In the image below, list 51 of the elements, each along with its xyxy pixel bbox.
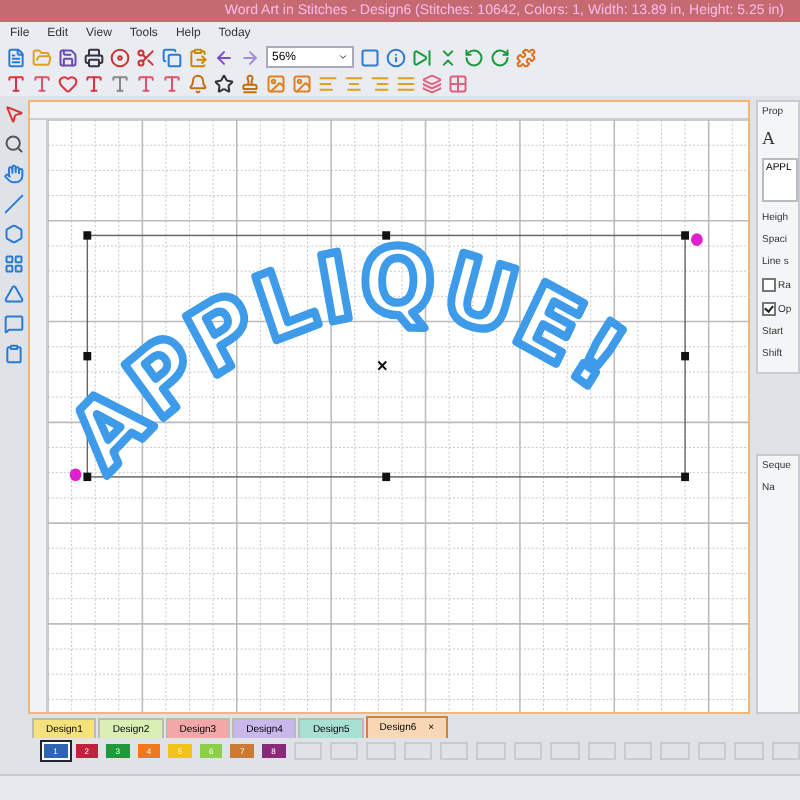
rotate-handle[interactable] (691, 233, 703, 246)
collapse-icon[interactable] (438, 47, 458, 67)
text-icon[interactable] (32, 73, 52, 93)
text-icon[interactable] (136, 73, 156, 93)
disc-icon[interactable] (110, 47, 130, 67)
empty-swatch[interactable] (329, 741, 359, 759)
layers-icon[interactable] (422, 73, 442, 93)
resize-handle[interactable] (681, 472, 689, 482)
empty-swatch[interactable] (293, 741, 322, 759)
text-icon[interactable] (6, 73, 26, 93)
empty-swatch[interactable] (440, 741, 469, 759)
speech-bubble-icon[interactable] (4, 314, 24, 334)
font-preview: A (762, 128, 777, 148)
triangle-icon[interactable] (4, 284, 24, 304)
square-icon[interactable] (360, 47, 380, 67)
image-icon[interactable] (292, 73, 312, 93)
align-right-icon[interactable] (370, 73, 390, 93)
search-icon[interactable] (4, 134, 24, 154)
heart-icon[interactable] (58, 73, 78, 93)
undo-arrow-icon[interactable] (214, 47, 234, 67)
hand-icon[interactable] (4, 164, 24, 184)
grid-icon[interactable] (4, 254, 24, 274)
clipboard-icon[interactable] (4, 344, 24, 364)
grid-icon[interactable] (448, 73, 468, 93)
text-icon[interactable] (84, 73, 104, 93)
skip-icon[interactable] (412, 47, 432, 67)
puzzle-icon[interactable] (516, 47, 536, 67)
document-icon[interactable] (6, 47, 26, 67)
pointer-icon[interactable] (4, 104, 24, 124)
image-icon[interactable] (266, 73, 286, 93)
star-icon[interactable] (214, 73, 234, 93)
rotate-left-icon[interactable] (464, 47, 484, 67)
align-justify-icon[interactable] (396, 73, 416, 93)
line-icon[interactable] (4, 194, 24, 214)
empty-swatch[interactable] (403, 741, 433, 759)
option-checkbox[interactable] (762, 302, 776, 316)
empty-swatch[interactable] (366, 741, 396, 759)
text-icon[interactable] (162, 73, 182, 93)
info-icon[interactable] (386, 47, 406, 67)
rotate-right-icon[interactable] (490, 47, 510, 67)
resize-handle[interactable] (681, 351, 689, 361)
dropdown-caret-icon[interactable] (338, 52, 348, 62)
resize-handle[interactable] (681, 231, 689, 240)
align-center-icon[interactable] (344, 73, 364, 93)
hexagon-icon[interactable] (4, 224, 24, 244)
option-checkbox[interactable] (762, 278, 776, 292)
copy-icon[interactable] (162, 47, 182, 67)
save-icon[interactable] (58, 47, 78, 67)
align-left-icon[interactable] (318, 73, 338, 93)
printer-icon[interactable] (84, 47, 104, 67)
cut-icon[interactable] (136, 47, 156, 67)
